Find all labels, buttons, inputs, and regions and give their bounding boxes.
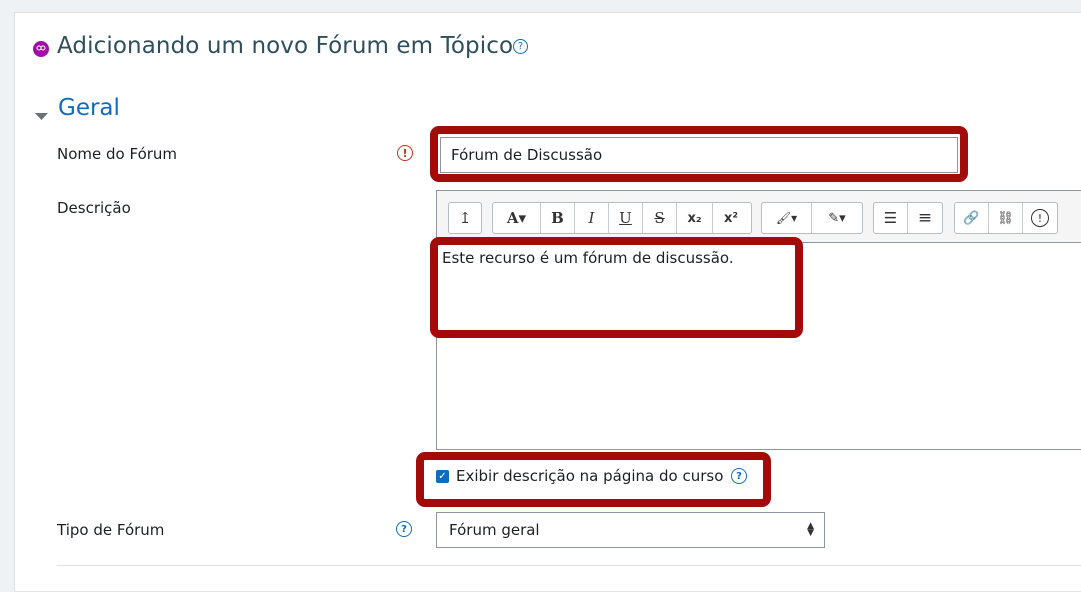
- unordered-list-icon[interactable]: ☰: [874, 203, 908, 233]
- toolbar-group-5: 🔗 ⛓ !: [954, 202, 1058, 234]
- required-icon: !: [397, 145, 413, 161]
- toolbar-toggle-icon[interactable]: ↥: [449, 203, 481, 233]
- select-arrows-icon: ▲ ▼: [807, 521, 814, 538]
- link-icon[interactable]: 🔗: [955, 203, 989, 233]
- ordered-list-icon[interactable]: ≡: [908, 203, 942, 233]
- subscript-icon[interactable]: x₂: [677, 203, 713, 233]
- highlight-frame-description: [430, 237, 803, 338]
- forum-type-select[interactable]: Fórum geral ▲ ▼: [436, 512, 825, 548]
- forum-icon: [33, 41, 49, 57]
- forum-name-label: Nome do Fórum: [57, 145, 178, 163]
- description-label: Descrição: [57, 199, 131, 217]
- italic-icon[interactable]: I: [575, 203, 609, 233]
- unlink-icon[interactable]: ⛓: [989, 203, 1023, 233]
- section-title[interactable]: Geral: [58, 95, 120, 121]
- bold-icon[interactable]: B: [541, 203, 575, 233]
- help-icon[interactable]: ?: [513, 39, 529, 54]
- highlight-frame-name: [430, 126, 968, 182]
- editor-toolbar: ↥ A▾ B I U S x₂ x² 🖌▾ ✎▾ ☰ ≡ 🔗 ⛓ !: [437, 191, 1081, 243]
- text-color-icon[interactable]: 🖌▾: [762, 203, 812, 233]
- forum-type-label: Tipo de Fórum: [57, 521, 165, 539]
- page-title: Adicionando um novo Fórum em Tópico?: [57, 33, 529, 59]
- superscript-icon[interactable]: x²: [713, 203, 749, 233]
- highlight-frame-checkbox: [416, 452, 771, 507]
- divider: [57, 565, 1081, 566]
- underline-icon[interactable]: U: [609, 203, 643, 233]
- caret-down-icon[interactable]: [35, 106, 48, 125]
- accessibility-checker-button[interactable]: !: [1023, 203, 1057, 233]
- accessibility-checker-icon: !: [1031, 209, 1049, 227]
- toolbar-group-4: ☰ ≡: [873, 202, 943, 234]
- toolbar-group-2: A▾ B I U S x₂ x²: [492, 202, 752, 234]
- strikethrough-icon[interactable]: S: [643, 203, 677, 233]
- font-style-icon[interactable]: A▾: [493, 203, 541, 233]
- page-title-text: Adicionando um novo Fórum em Tópico: [57, 33, 514, 59]
- toolbar-group-3: 🖌▾ ✎▾: [761, 202, 863, 234]
- background-color-icon[interactable]: ✎▾: [812, 203, 862, 233]
- forum-type-selected: Fórum geral: [449, 521, 540, 539]
- toolbar-group-1: ↥: [448, 202, 482, 234]
- help-icon[interactable]: ?: [396, 521, 412, 537]
